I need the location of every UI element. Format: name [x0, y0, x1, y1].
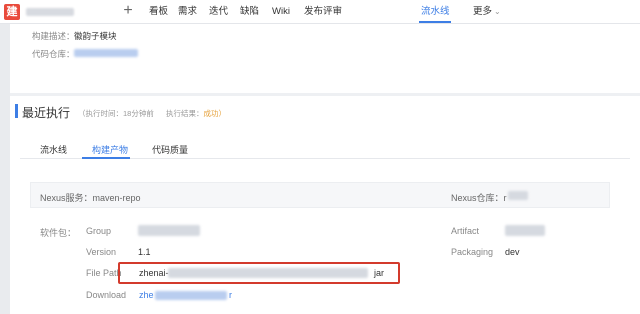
- nexus-repo-redacted: [508, 191, 528, 200]
- repo-label: 代码仓库：: [32, 49, 75, 59]
- build-desc-label: 构建描述：: [32, 31, 75, 41]
- exec-result-value: 成功）: [203, 109, 227, 118]
- exec-result-label: 执行结果：: [166, 109, 204, 118]
- repo-value-redacted[interactable]: [74, 49, 138, 57]
- top-nav-bar: 建 + 看板 需求 迭代 缺陷 Wiki 发布评审 流水线 更多 ⌄: [0, 0, 640, 24]
- exec-time: （执行时间：18分钟前: [78, 109, 154, 118]
- nav-item-iterations[interactable]: 迭代: [209, 0, 228, 24]
- download-link-suffix[interactable]: r: [229, 290, 232, 300]
- nav-active-indicator: [419, 21, 451, 23]
- left-gutter: [0, 24, 10, 314]
- artifact-value-redacted: [505, 225, 545, 236]
- packaging-label: Packaging: [451, 247, 494, 257]
- nav-item-wiki[interactable]: Wiki: [272, 0, 290, 24]
- file-path-highlight-box: [118, 262, 400, 284]
- version-value: 1.1: [138, 247, 151, 257]
- tab-pipeline[interactable]: 流水线: [40, 143, 67, 156]
- packaging-value: dev: [505, 247, 520, 257]
- package-section-label: 软件包：: [40, 228, 77, 238]
- download-link-redacted[interactable]: [155, 291, 227, 300]
- app-logo-icon[interactable]: 建: [4, 4, 20, 20]
- nav-item-defects[interactable]: 缺陷: [240, 0, 259, 24]
- recent-run-title: 最近执行: [22, 106, 71, 120]
- section-accent-bar: [15, 104, 18, 118]
- download-label: Download: [86, 290, 127, 300]
- nav-item-release-review[interactable]: 发布评审: [304, 0, 342, 24]
- nav-item-kanban[interactable]: 看板: [149, 0, 168, 24]
- artifact-label: Artifact: [451, 226, 480, 236]
- exec-result: 执行结果：成功）: [166, 108, 226, 119]
- file-path-label: File Path: [86, 268, 122, 278]
- project-name-redacted[interactable]: [26, 8, 74, 16]
- chevron-down-icon: ⌄: [494, 7, 501, 16]
- version-label: Version: [86, 247, 117, 257]
- nav-item-more[interactable]: 更多 ⌄: [473, 0, 501, 24]
- nav-more-label: 更多: [473, 6, 493, 17]
- build-desc-value: 徽韵子模块: [74, 31, 117, 41]
- tab-code-quality[interactable]: 代码质量: [152, 143, 188, 156]
- add-icon[interactable]: +: [121, 3, 135, 19]
- group-value-redacted: [138, 225, 200, 236]
- nexus-service: Nexus服务：maven-repo: [40, 193, 141, 203]
- tab-active-indicator: [82, 157, 130, 159]
- tab-build-artifacts[interactable]: 构建产物: [92, 143, 128, 156]
- group-label: Group: [86, 226, 112, 236]
- download-link-prefix[interactable]: zhe: [139, 290, 154, 300]
- nexus-repo-label: Nexus仓库：r: [451, 193, 507, 203]
- nav-item-requirements[interactable]: 需求: [178, 0, 197, 24]
